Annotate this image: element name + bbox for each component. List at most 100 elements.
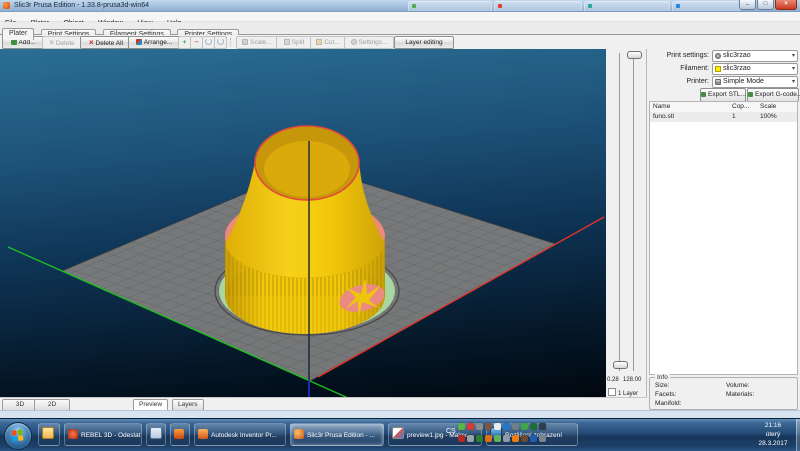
- favicon-icon: [676, 4, 680, 8]
- rotate-cw-button[interactable]: [214, 36, 227, 49]
- export-stl-button[interactable]: Export STL...: [700, 88, 746, 102]
- tray-icon[interactable]: [530, 423, 537, 430]
- tray-icon[interactable]: [539, 423, 546, 430]
- export-icon: [748, 92, 753, 97]
- document-taskbar-button[interactable]: [146, 423, 166, 446]
- arrange-button[interactable]: Arrange...: [128, 36, 180, 49]
- object-settings-button[interactable]: Settings...: [344, 36, 394, 49]
- object-copies: 1: [732, 112, 736, 122]
- tray-icon[interactable]: [494, 423, 501, 430]
- col-name: Name: [653, 102, 670, 112]
- delete-all-icon: [89, 40, 94, 47]
- maximize-button[interactable]: [757, 0, 774, 10]
- explorer-taskbar-button[interactable]: [38, 423, 60, 446]
- tab-plater[interactable]: Plater: [2, 28, 34, 40]
- inventor-icon: [198, 429, 208, 439]
- object-row[interactable]: funo.stl 1 100%: [650, 112, 797, 122]
- clock-time: 21:16: [752, 421, 794, 430]
- start-button[interactable]: [4, 422, 32, 450]
- split-icon: [284, 39, 290, 45]
- filament-select[interactable]: slic3rzao: [712, 63, 798, 75]
- tray-icon[interactable]: [467, 423, 474, 430]
- tray-icon[interactable]: [458, 435, 465, 442]
- object-scale: 100%: [760, 112, 777, 122]
- tray-icon[interactable]: [467, 435, 474, 442]
- col-copies: Cop...: [732, 102, 749, 112]
- tray-icon[interactable]: [458, 423, 465, 430]
- app-icon: [3, 2, 10, 9]
- windows-logo-icon: [11, 429, 24, 442]
- info-box: Info Size: Volume: Facets: Materials: Ma…: [649, 377, 798, 410]
- layer-slider-high-track[interactable]: [633, 53, 634, 371]
- delete-icon: [49, 40, 54, 47]
- rotate-ccw-icon: [205, 38, 212, 45]
- background-browser-tab: [408, 1, 492, 11]
- settings-tab-bar: Plater Print Settings Filament Settings …: [0, 22, 800, 35]
- tray-icon[interactable]: [494, 435, 501, 442]
- arrange-icon: [136, 39, 142, 45]
- export-gcode-button[interactable]: Export G-code...: [747, 88, 799, 102]
- cut-button[interactable]: Cut...: [310, 36, 346, 49]
- print-settings-select[interactable]: slic3rzao: [712, 50, 798, 62]
- slic3r-window: Slic3r Prusa Edition - 1.33.8-prusa3d-wi…: [0, 0, 800, 418]
- tray-icon[interactable]: [503, 435, 510, 442]
- close-button[interactable]: [775, 0, 797, 10]
- layer-slider-low-track[interactable]: [619, 53, 620, 371]
- split-button[interactable]: Split: [276, 36, 312, 49]
- toolbar-separator: [230, 38, 234, 46]
- language-indicator[interactable]: CS: [446, 428, 456, 435]
- checkbox-icon: [608, 388, 616, 396]
- document-icon: [150, 427, 162, 439]
- scale-button[interactable]: Scale...: [236, 36, 278, 49]
- rotate-cw-icon: [217, 38, 224, 45]
- clock-date: 28.3.2017: [752, 439, 794, 448]
- tray-icon[interactable]: [521, 423, 528, 430]
- filament-value: slic3rzao: [723, 64, 751, 74]
- cut-icon: [316, 39, 322, 45]
- object-name: funo.stl: [653, 112, 674, 122]
- materials-label: Materials:: [726, 391, 754, 398]
- tray-icon[interactable]: [512, 435, 519, 442]
- tray-icon[interactable]: [521, 435, 528, 442]
- window-title: Slic3r Prusa Edition - 1.33.8-prusa3d-wi…: [14, 0, 149, 11]
- manifold-label: Manifold:: [655, 400, 681, 407]
- inventor-taskbar-button[interactable]: Autodesk Inventor Pr...: [194, 423, 286, 446]
- object-list[interactable]: Name Cop... Scale funo.stl 1 100%: [649, 101, 798, 375]
- filament-color-swatch: [715, 66, 721, 72]
- side-panel: Print settings: slic3rzao Filament: slic…: [647, 49, 800, 410]
- layer-low-value: 0.28: [607, 377, 619, 383]
- view-tab-bar: 3D 2D Preview Layers: [0, 397, 647, 411]
- layer-editing-button[interactable]: Layer editing: [394, 36, 454, 49]
- tray-icon[interactable]: [530, 435, 537, 442]
- background-browser-tab: [584, 1, 670, 11]
- show-desktop-button[interactable]: [796, 419, 800, 451]
- layer-slider-strip: 0.28 128.00 1 Layer: [606, 49, 647, 410]
- printer-select[interactable]: Simple Mode: [712, 76, 798, 88]
- layer-slider-low-thumb[interactable]: [613, 361, 628, 369]
- clock-day: úterý: [752, 430, 794, 439]
- info-title: Info: [655, 374, 670, 381]
- system-tray: CS 21:16 úterý 28.3.2017: [598, 419, 798, 451]
- tray-icon[interactable]: [476, 423, 483, 430]
- taskbar-clock[interactable]: 21:16 úterý 28.3.2017: [752, 421, 794, 448]
- scale-icon: [242, 39, 248, 45]
- filament-label: Filament:: [647, 63, 709, 74]
- tray-icon[interactable]: [539, 435, 546, 442]
- rebel3d-taskbar-button[interactable]: REBEL 3D - Odeslat o...: [64, 423, 142, 446]
- 3d-viewport[interactable]: [0, 49, 606, 397]
- delete-all-button[interactable]: Delete All: [80, 36, 132, 49]
- minimize-button[interactable]: [739, 0, 756, 10]
- export-icon: [701, 92, 706, 97]
- tray-icon[interactable]: [476, 435, 483, 442]
- one-layer-checkbox[interactable]: 1 Layer: [608, 388, 638, 397]
- slic3r-taskbar-button[interactable]: Slic3r Prusa Edition - ...: [290, 423, 384, 446]
- slic3r-icon: [294, 429, 304, 439]
- title-bar[interactable]: Slic3r Prusa Edition - 1.33.8-prusa3d-wi…: [0, 0, 800, 12]
- layer-slider-high-thumb[interactable]: [627, 51, 642, 59]
- delete-button[interactable]: Delete: [42, 36, 82, 49]
- tray-icon[interactable]: [512, 423, 519, 430]
- autodesk-taskbar-button[interactable]: [170, 423, 190, 446]
- tray-icon[interactable]: [485, 435, 492, 442]
- tray-icon[interactable]: [485, 423, 492, 430]
- tray-icon[interactable]: [503, 423, 510, 430]
